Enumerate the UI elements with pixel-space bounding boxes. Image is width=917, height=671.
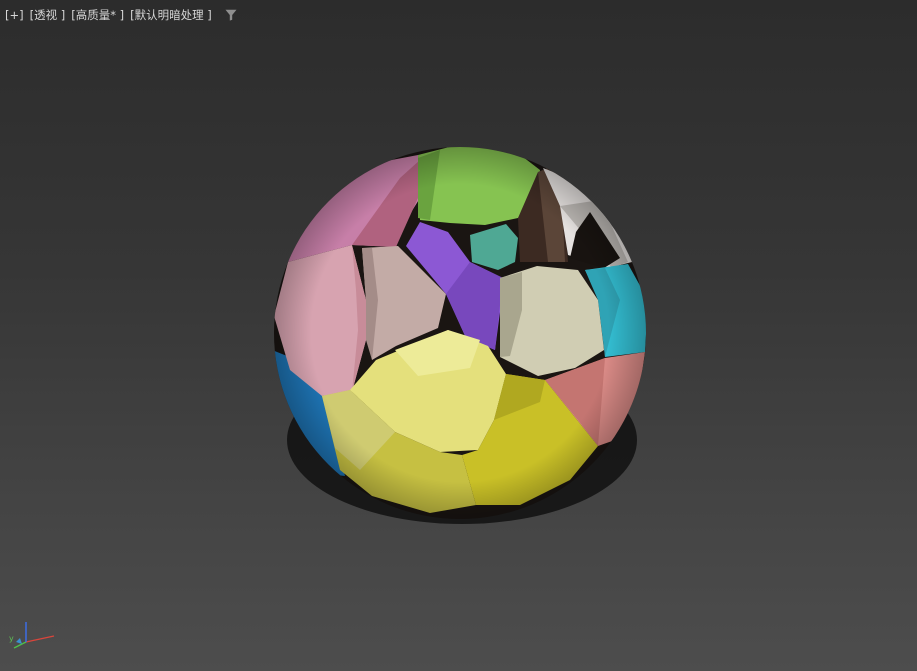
scene-canvas[interactable] xyxy=(0,0,917,671)
perspective-viewport[interactable]: [+] [透视 ] [高质量* ] [默认明暗处理 ] y xyxy=(0,0,917,671)
svg-text:y: y xyxy=(9,634,14,643)
sphere-rim-shading xyxy=(274,147,646,519)
axis-tripod-icon: y xyxy=(9,622,55,649)
